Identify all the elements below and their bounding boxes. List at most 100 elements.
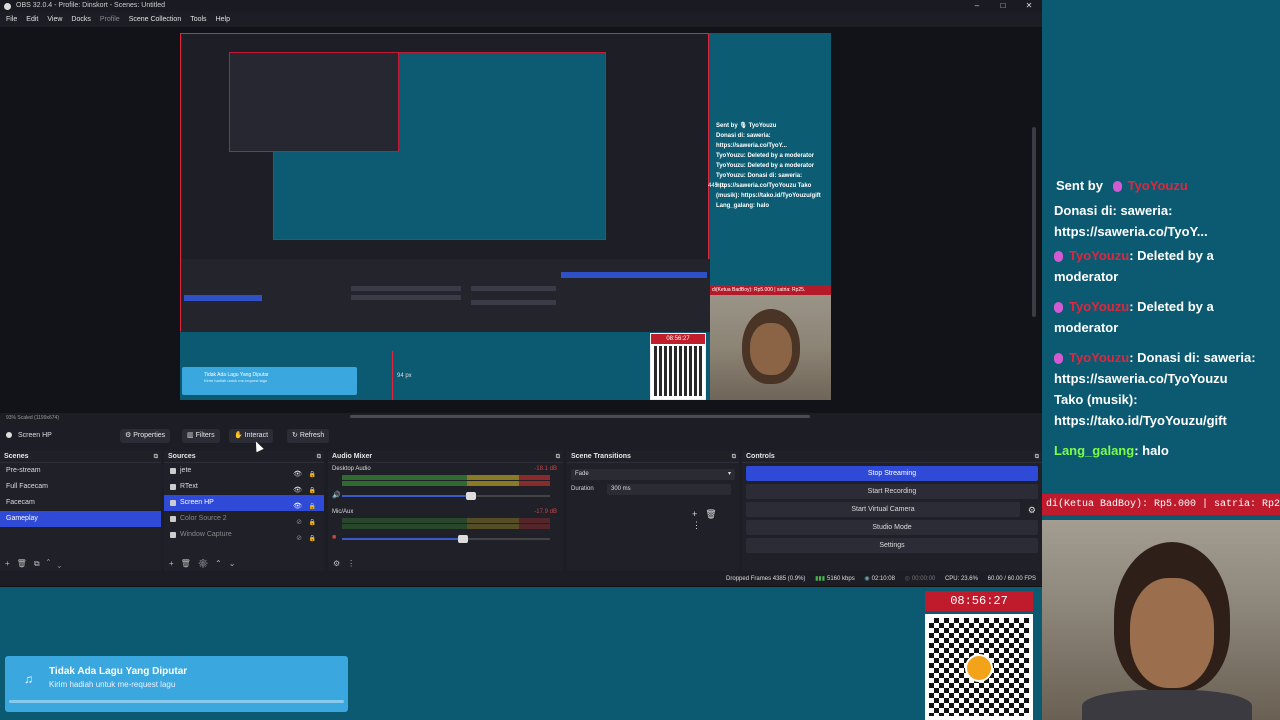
obs-app-icon: [4, 3, 11, 10]
source-item[interactable]: jete 👁 🔒: [164, 463, 324, 479]
scene-item[interactable]: Full Facecam: [0, 479, 161, 495]
cpu-usage: CPU: 23.6%: [944, 576, 978, 582]
overlay-chat: Sent by TyoYouzu Donasi di: saweria: htt…: [1042, 0, 1280, 486]
music-note-icon: ♫: [24, 672, 33, 686]
properties-button[interactable]: ⚙ Properties: [120, 429, 171, 443]
menu-docks[interactable]: Docks: [71, 13, 90, 26]
menu-profile[interactable]: Profile: [100, 13, 120, 26]
dock-float-icon[interactable]: ⧉: [732, 451, 736, 463]
start-recording-button[interactable]: Start Recording: [746, 484, 1038, 499]
preview-chat-line: https://saweria.co/TyoY...: [716, 143, 787, 149]
nested-obs-capture: [180, 33, 710, 332]
lock-icon[interactable]: 🔒: [309, 531, 316, 547]
source-type-icon: [170, 484, 176, 490]
start-virtual-camera-button[interactable]: Start Virtual Camera: [746, 502, 1020, 517]
filters-button[interactable]: ▥ Filters: [182, 429, 220, 443]
preview-ticker: di(Ketua BadBoy): Rp5.000 | satria: Rp25…: [710, 285, 831, 295]
preview-zoom-status[interactable]: 93% Scaled (1199x674): [6, 415, 59, 421]
chat-text: : halo: [1134, 443, 1169, 458]
hidden-eye-icon[interactable]: ⊘: [296, 531, 302, 547]
dock-float-icon[interactable]: ⧉: [556, 451, 560, 463]
webcam-shirt: [1082, 690, 1252, 720]
controls-title: Controls: [746, 453, 775, 460]
mixer-channel: Desktop Audio -18.1 dB 🔊: [328, 463, 563, 506]
transitions-title: Scene Transitions: [571, 453, 631, 460]
transition-select[interactable]: Fade ▾: [571, 469, 735, 480]
chat-message: TyoYouzu: Donasi di: saweria: https://sa…: [1054, 347, 1272, 431]
volume-slider[interactable]: [342, 492, 550, 500]
preview-h-scrollbar[interactable]: [350, 415, 810, 418]
menu-file[interactable]: File: [6, 13, 17, 26]
close-icon[interactable]: ✕: [1016, 0, 1042, 12]
transition-buttons[interactable]: +🗑⋮: [692, 509, 739, 531]
toast-title: Tidak Ada Lagu Yang Diputar: [49, 666, 188, 677]
source-item-selected[interactable]: Screen HP 👁 🔒: [164, 495, 324, 511]
transition-type: Fade: [575, 471, 589, 477]
menu-view[interactable]: View: [47, 13, 62, 26]
scenes-header: Scenes ⧉: [0, 451, 161, 463]
browser-source-icon: [170, 500, 176, 506]
scenes-footer[interactable]: +🗑⧉⌃⌄: [0, 557, 161, 571]
refresh-button[interactable]: ↻ Refresh: [287, 429, 330, 443]
menu-edit[interactable]: Edit: [26, 13, 38, 26]
chat-message: TyoYouzu: Deleted by a moderator: [1054, 245, 1272, 287]
scene-item-selected[interactable]: Gameplay: [0, 511, 161, 527]
minimize-icon[interactable]: –: [964, 0, 990, 12]
mixer-channel: Mic/Aux -17.9 dB ■: [328, 506, 563, 549]
source-item[interactable]: Window Capture ⊘ 🔒: [164, 527, 324, 543]
chat-message: Lang_galang: halo: [1054, 440, 1272, 461]
speaker-icon[interactable]: 🔊: [332, 491, 341, 499]
qr-code-icon: [654, 346, 704, 396]
mic-icon: [1054, 353, 1063, 365]
preview-area[interactable]: 94 px Tidak Ada Lagu Yang Diputar Kirim …: [0, 27, 1042, 421]
duration-input[interactable]: 300 ms: [607, 484, 731, 495]
menu-help[interactable]: Help: [216, 13, 230, 26]
signal-icon: ▮▮▮: [815, 576, 825, 582]
source-label: Screen HP: [180, 499, 214, 506]
obs-window: OBS 32.0.4 - Profile: Dinskort - Scenes:…: [0, 0, 1042, 587]
webcam-face: [742, 309, 800, 384]
sent-by-user: TyoYouzu: [1127, 178, 1188, 193]
gear-icon[interactable]: ⚙: [1028, 505, 1036, 516]
volume-meter: [342, 524, 550, 529]
refresh-label: Refresh: [299, 432, 325, 439]
live-icon: ◉: [864, 576, 870, 582]
window-title: OBS 32.0.4 - Profile: Dinskort - Scenes:…: [16, 2, 166, 9]
settings-button[interactable]: Settings: [746, 538, 1038, 553]
preview-chat-line: TyoYouzu: Deleted by a moderator: [716, 163, 815, 169]
studio-mode-button[interactable]: Studio Mode: [746, 520, 1038, 535]
toast-subtitle: Kirim hadiah untuk me-request lagu: [49, 680, 176, 689]
mixer-footer[interactable]: ⚙⋮: [328, 557, 563, 571]
menu-scene-collection[interactable]: Scene Collection: [129, 13, 182, 26]
scene-item[interactable]: Pre-stream: [0, 463, 161, 479]
preview-canvas[interactable]: 94 px Tidak Ada Lagu Yang Diputar Kirim …: [180, 33, 831, 400]
preview-v-scrollbar[interactable]: [1032, 127, 1036, 317]
controls-dock: Controls ⧉ Stop Streaming Start Recording…: [742, 451, 1042, 571]
dropped-frames: Dropped Frames 4385 (0.9%): [726, 576, 806, 582]
dock-float-icon[interactable]: ⧉: [317, 451, 321, 463]
record-icon: ◎: [904, 576, 910, 582]
toast-progress: [9, 700, 344, 703]
dock-float-icon[interactable]: ⧉: [1035, 451, 1039, 463]
source-item[interactable]: RText 👁 🔒: [164, 479, 324, 495]
source-label: RText: [180, 483, 198, 490]
maximize-icon[interactable]: □: [990, 0, 1016, 12]
channel-name: Mic/Aux: [332, 509, 354, 515]
chat-user: TyoYouzu: [1069, 248, 1130, 263]
duration-value: 300 ms: [611, 486, 631, 492]
chevron-down-icon: ▾: [727, 471, 731, 477]
stop-streaming-button[interactable]: Stop Streaming: [746, 466, 1038, 481]
dock-float-icon[interactable]: ⧉: [154, 451, 158, 463]
volume-slider[interactable]: [342, 535, 550, 543]
menu-tools[interactable]: Tools: [190, 13, 206, 26]
muted-speaker-icon[interactable]: ■: [332, 534, 336, 541]
music-toast: ♫ Tidak Ada Lagu Yang Diputar Kirim hadi…: [5, 656, 348, 712]
preview-chat: Sent by 🎙 TyoYouzu Donasi di: saweria: h…: [710, 33, 831, 286]
scene-item[interactable]: Facecam: [0, 495, 161, 511]
donation-ticker: di(Ketua BadBoy): Rp5.000 | satria: Rp25…: [1042, 494, 1280, 515]
preview-toast: Tidak Ada Lagu Yang Diputar Kirim hadiah…: [182, 367, 357, 395]
sources-header: Sources ⧉: [164, 451, 324, 463]
source-item[interactable]: Color Source 2 ⊘ 🔒: [164, 511, 324, 527]
sources-footer[interactable]: +🗑⚙⌃⌄: [164, 557, 324, 571]
interact-button[interactable]: ✋ Interact: [229, 429, 274, 443]
